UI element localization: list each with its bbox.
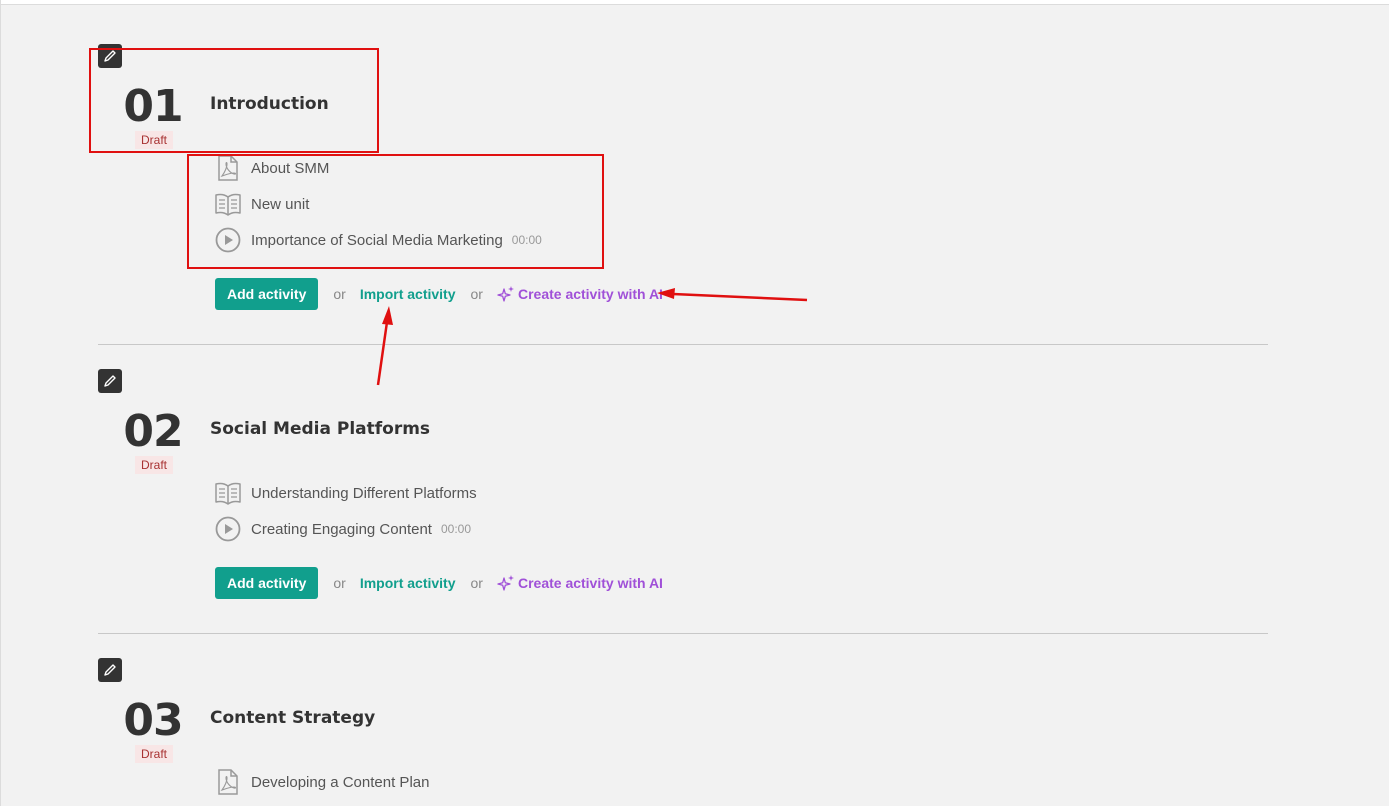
or-separator: or (470, 575, 483, 591)
book-icon (215, 191, 241, 217)
section-number: 01 (123, 81, 183, 132)
section-number: 02 (123, 406, 183, 457)
status-badge: Draft (135, 131, 174, 149)
create-activity-ai-link[interactable]: Create activity with AI (497, 574, 663, 592)
section-divider (98, 633, 1268, 634)
import-activity-link[interactable]: Import activity (360, 575, 456, 591)
or-separator: or (333, 286, 346, 302)
section-actions: Add activity or Import activity or Creat… (215, 278, 663, 310)
import-activity-link[interactable]: Import activity (360, 286, 456, 302)
item-duration: 00:00 (511, 233, 542, 247)
item-label: Understanding Different Platforms (251, 484, 477, 502)
pencil-icon (104, 375, 116, 387)
edit-section-button[interactable] (98, 369, 122, 393)
pdf-icon (215, 769, 241, 795)
add-activity-button[interactable]: Add activity (215, 567, 319, 599)
list-item[interactable]: About SMM (215, 154, 329, 182)
item-label: About SMM (251, 159, 330, 177)
status-badge: Draft (135, 745, 174, 763)
list-item[interactable]: Developing a Content Plan (215, 768, 429, 796)
section-divider (98, 344, 1268, 345)
edit-section-button[interactable] (98, 44, 122, 68)
annotation-arrow-import (376, 306, 393, 386)
section-title[interactable]: Content Strategy (210, 708, 375, 728)
pencil-icon (104, 664, 116, 676)
item-label: Importance of Social Media Marketing (251, 231, 503, 249)
add-activity-button[interactable]: Add activity (215, 278, 319, 310)
list-item[interactable]: Understanding Different Platforms (215, 479, 477, 507)
list-item[interactable]: Creating Engaging Content 00:00 (215, 515, 471, 543)
item-label: New unit (251, 195, 310, 213)
section-title[interactable]: Introduction (210, 94, 329, 114)
annotation-arrow-ai (657, 288, 808, 302)
status-badge: Draft (135, 456, 174, 474)
list-item[interactable]: New unit (215, 190, 309, 218)
item-label: Creating Engaging Content (251, 520, 432, 538)
create-activity-ai-label: Create activity with AI (517, 286, 663, 302)
annotation-arrows (376, 288, 808, 386)
or-separator: or (333, 575, 346, 591)
sparkle-icon (497, 286, 514, 302)
sparkle-icon (497, 575, 514, 591)
play-icon (215, 516, 241, 542)
item-label: Developing a Content Plan (251, 773, 430, 791)
list-item[interactable]: Importance of Social Media Marketing 00:… (215, 226, 542, 254)
book-icon (215, 480, 241, 506)
pdf-icon (215, 155, 241, 181)
edit-section-button[interactable] (98, 658, 122, 682)
create-activity-ai-link[interactable]: Create activity with AI (497, 285, 663, 303)
create-activity-ai-label: Create activity with AI (517, 575, 663, 591)
left-border (0, 0, 1, 806)
section-title[interactable]: Social Media Platforms (210, 419, 430, 439)
top-bar (0, 0, 1389, 5)
item-duration: 00:00 (440, 522, 471, 536)
pencil-icon (104, 50, 116, 62)
or-separator: or (470, 286, 483, 302)
play-icon (215, 227, 241, 253)
section-number: 03 (123, 695, 183, 746)
section-actions: Add activity or Import activity or Creat… (215, 567, 663, 599)
